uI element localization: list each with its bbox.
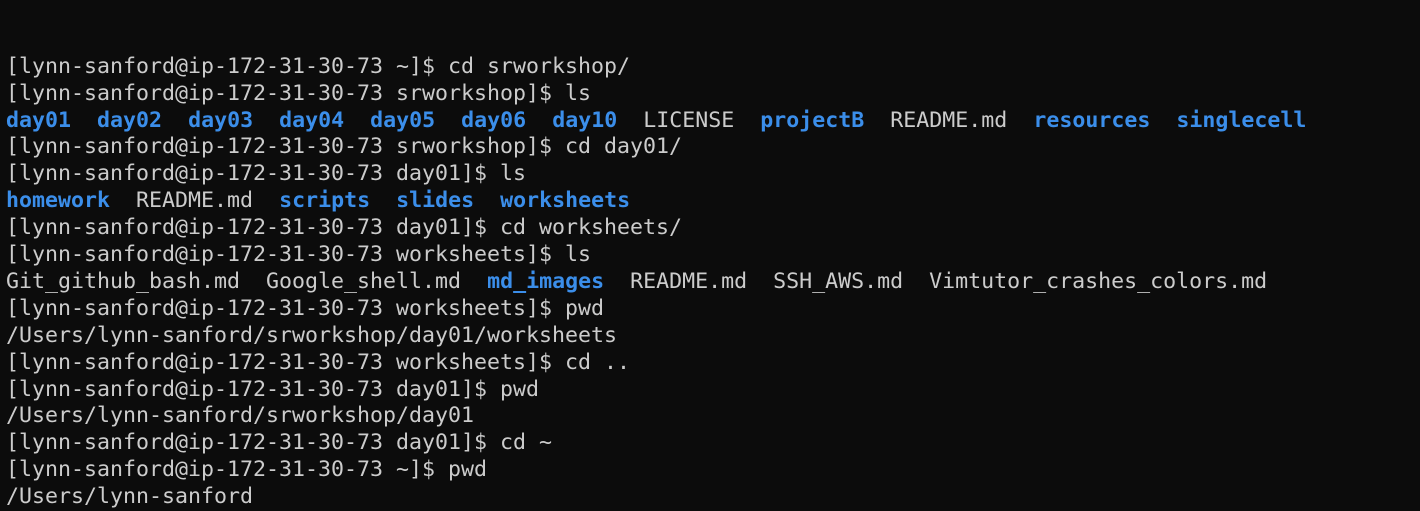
ls-directory-entry: day03 [188, 107, 254, 133]
command-text: [lynn-sanford@ip-172-31-30-73 worksheets… [6, 349, 631, 375]
ls-directory-entry: scripts [279, 188, 371, 214]
command-line: [lynn-sanford@ip-172-31-30-73 worksheets… [6, 350, 1420, 377]
ls-directory-entry: day02 [97, 107, 163, 133]
ls-separator [903, 269, 929, 294]
ls-directory-entry: day01 [6, 107, 72, 133]
command-line: [lynn-sanford@ip-172-31-30-73 ~]$ pwd [6, 457, 1420, 484]
ls-file-entry: Vimtutor_crashes_colors.md [929, 268, 1268, 294]
ls-directory-entry: worksheets [500, 188, 631, 214]
ls-separator [110, 188, 136, 213]
ls-directory-entry: day05 [370, 107, 436, 133]
command-line: [lynn-sanford@ip-172-31-30-73 worksheets… [6, 242, 1420, 269]
ls-output-line: homework README.md scripts slides worksh… [6, 188, 1420, 215]
output-line: /Users/lynn-sanford [6, 484, 1420, 511]
ls-output-line: day01 day02 day03 day04 day05 day06 day1… [6, 108, 1420, 135]
command-line: [lynn-sanford@ip-172-31-30-73 day01]$ pw… [6, 377, 1420, 404]
ls-separator [617, 108, 643, 133]
ls-directory-entry: slides [396, 188, 475, 214]
ls-separator [253, 188, 279, 213]
ls-output-line: Git_github_bash.md Google_shell.md md_im… [6, 269, 1420, 296]
ls-separator [474, 188, 500, 213]
ls-directory-entry: resources [1033, 107, 1151, 133]
ls-file-entry: SSH_AWS.md [773, 268, 904, 294]
ls-separator [344, 108, 370, 133]
command-line: [lynn-sanford@ip-172-31-30-73 day01]$ cd… [6, 430, 1420, 457]
ls-directory-entry: day04 [279, 107, 345, 133]
command-text: [lynn-sanford@ip-172-31-30-73 ~]$ cd srw… [6, 53, 631, 79]
ls-separator [1150, 108, 1176, 133]
ls-directory-entry: day06 [461, 107, 527, 133]
ls-separator [1007, 108, 1033, 133]
ls-separator [162, 108, 188, 133]
ls-separator [734, 108, 760, 133]
ls-separator [604, 269, 630, 294]
ls-separator [240, 269, 266, 294]
ls-file-entry: Google_shell.md [266, 268, 462, 294]
command-line: [lynn-sanford@ip-172-31-30-73 worksheets… [6, 296, 1420, 323]
ls-file-entry: LICENSE [643, 107, 735, 133]
ls-directory-entry: day10 [552, 107, 618, 133]
ls-separator [747, 269, 773, 294]
ls-file-entry: README.md [890, 107, 1008, 133]
command-line: [lynn-sanford@ip-172-31-30-73 ~]$ cd srw… [6, 54, 1420, 81]
command-text: [lynn-sanford@ip-172-31-30-73 ~]$ pwd [6, 457, 488, 483]
output-line: /Users/lynn-sanford/srworkshop/day01/wor… [6, 323, 1420, 350]
command-text: [lynn-sanford@ip-172-31-30-73 day01]$ pw… [6, 376, 540, 402]
command-text: [lynn-sanford@ip-172-31-30-73 worksheets… [6, 242, 592, 268]
ls-file-entry: README.md [136, 188, 254, 214]
command-line: [lynn-sanford@ip-172-31-30-73 day01]$ cd… [6, 215, 1420, 242]
terminal-window[interactable]: [lynn-sanford@ip-172-31-30-73 ~]$ cd srw… [0, 0, 1420, 509]
command-line: [lynn-sanford@ip-172-31-30-73 srworkshop… [6, 134, 1420, 161]
command-text: [lynn-sanford@ip-172-31-30-73 srworkshop… [6, 80, 592, 106]
ls-file-entry: Git_github_bash.md [6, 268, 241, 294]
ls-file-entry: README.md [630, 268, 748, 294]
ls-separator [435, 108, 461, 133]
ls-directory-entry: homework [6, 188, 111, 214]
output-text: /Users/lynn-sanford/srworkshop/day01/wor… [6, 322, 618, 348]
ls-separator [253, 108, 279, 133]
ls-directory-entry: singlecell [1176, 107, 1307, 133]
ls-separator [864, 108, 890, 133]
output-text: /Users/lynn-sanford/srworkshop/day01 [6, 403, 475, 429]
command-line: [lynn-sanford@ip-172-31-30-73 day01]$ ls [6, 161, 1420, 188]
ls-separator [461, 269, 487, 294]
ls-separator [71, 108, 97, 133]
command-text: [lynn-sanford@ip-172-31-30-73 day01]$ ls [6, 161, 527, 187]
output-line: /Users/lynn-sanford/srworkshop/day01 [6, 403, 1420, 430]
command-line: [lynn-sanford@ip-172-31-30-73 srworkshop… [6, 81, 1420, 108]
command-text: [lynn-sanford@ip-172-31-30-73 day01]$ cd… [6, 215, 683, 241]
command-text: [lynn-sanford@ip-172-31-30-73 day01]$ cd… [6, 430, 553, 456]
command-text: [lynn-sanford@ip-172-31-30-73 srworkshop… [6, 134, 683, 160]
command-text: [lynn-sanford@ip-172-31-30-73 worksheets… [6, 295, 605, 321]
ls-separator [526, 108, 552, 133]
ls-directory-entry: projectB [760, 107, 865, 133]
ls-separator [370, 188, 396, 213]
output-text: /Users/lynn-sanford [6, 484, 254, 510]
ls-directory-entry: md_images [487, 268, 605, 294]
